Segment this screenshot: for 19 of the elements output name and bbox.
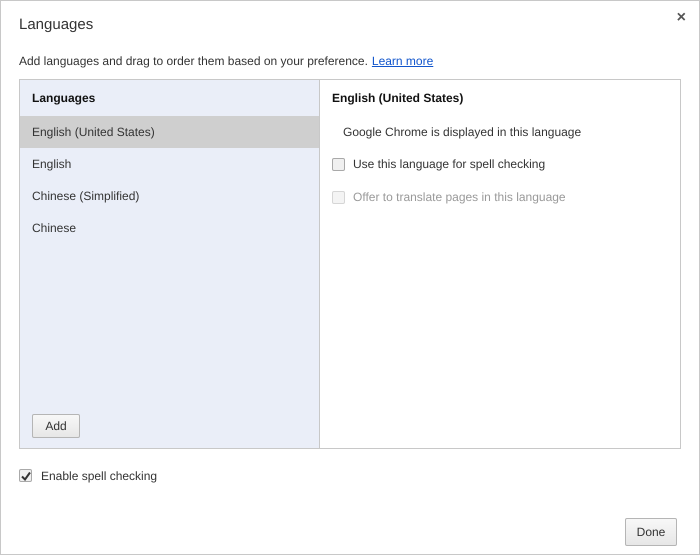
description-text: Add languages and drag to order them based on your preference. [19,52,368,70]
checkbox[interactable] [19,469,32,482]
checkbox-label: Enable spell checking [41,468,158,484]
dialog-title: Languages [19,15,94,35]
add-button[interactable]: Add [32,414,80,438]
learn-more-link[interactable]: Learn more [372,52,434,70]
checkmark-icon [20,470,30,480]
language-item[interactable]: Chinese (Simplified) [20,180,319,212]
language-item[interactable]: English (United States) [20,116,319,148]
status-text: Google Chrome is displayed in this language [342,124,582,140]
close-button[interactable]: × [676,6,686,30]
list-heading: Languages [31,90,96,106]
checkbox-label: Use this language for spell checking [353,156,546,173]
checkbox-label: Offer to translate pages in this language [353,189,566,206]
language-item[interactable]: Chinese [20,212,319,244]
language-item[interactable]: English [20,148,319,180]
done-button[interactable]: Done [625,518,677,546]
details-heading: English (United States) [332,90,464,106]
checkbox[interactable] [332,158,345,170]
